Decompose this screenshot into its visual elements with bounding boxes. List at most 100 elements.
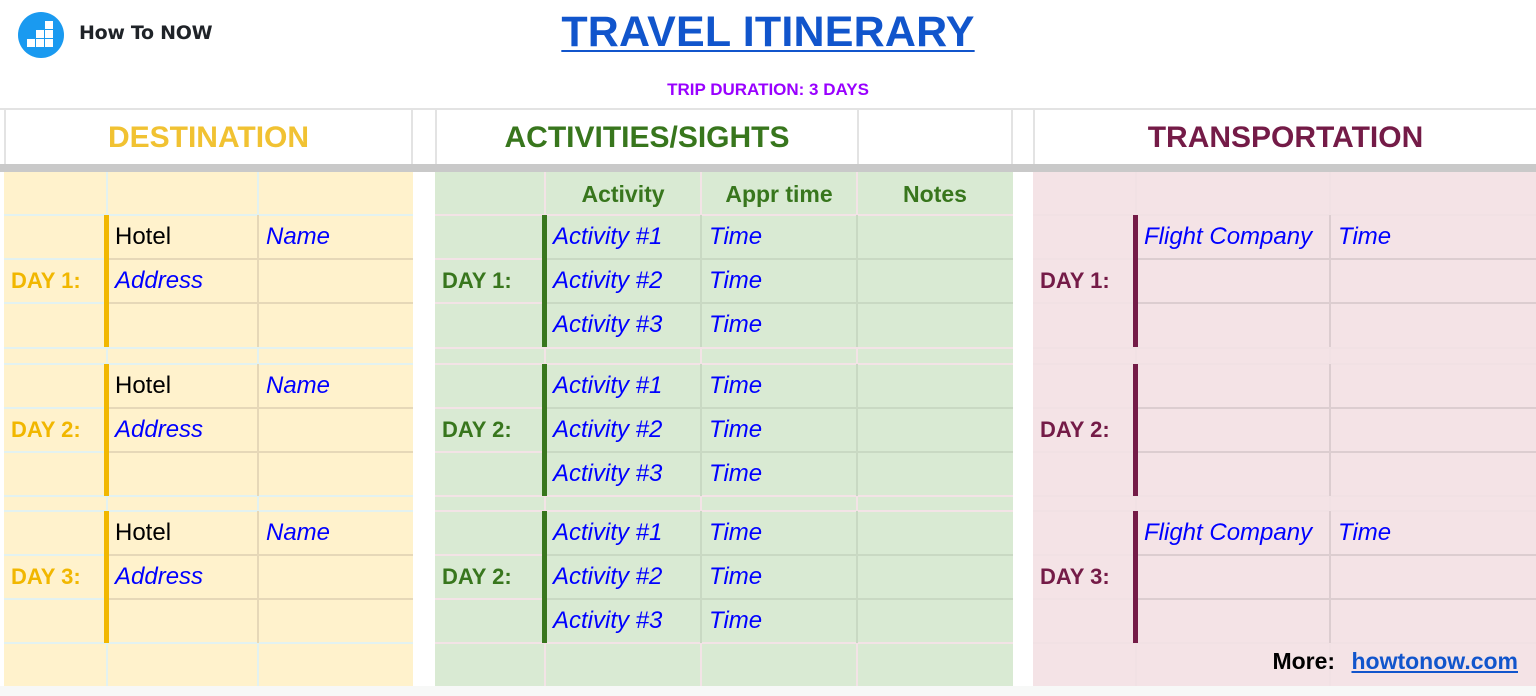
activities-section: DAY 1: Activity #1 Time Activity #2 Time Acti…: [435, 172, 1013, 686]
empty-cell[interactable]: [1338, 452, 1536, 496]
column-header-notes: Notes: [903, 181, 967, 207]
empty-cell[interactable]: [865, 452, 1013, 496]
time-cell[interactable]: Time: [1338, 511, 1536, 555]
footer: More: howtonow.com: [1272, 648, 1518, 675]
time-cell[interactable]: Time: [709, 555, 857, 599]
empty-cell[interactable]: [1144, 555, 1330, 599]
empty-cell[interactable]: [1144, 259, 1330, 303]
row-divider: [4, 347, 413, 349]
header-gray-bar: [0, 164, 1536, 172]
empty-cell[interactable]: [1338, 555, 1536, 599]
day-accent-bar: [542, 215, 547, 347]
empty-cell[interactable]: [266, 408, 413, 452]
day-accent-bar: [104, 215, 109, 347]
name-cell[interactable]: Name: [266, 511, 413, 555]
day-accent-bar: [104, 511, 109, 643]
column-header-activity: Activity: [581, 181, 665, 207]
row-divider: [1033, 347, 1536, 349]
empty-cell[interactable]: [1144, 364, 1330, 408]
day-label: DAY 3:: [11, 564, 81, 589]
day-label: DAY 1:: [442, 268, 512, 293]
day-accent-bar: [1133, 511, 1138, 643]
day-label: DAY 2:: [442, 564, 512, 589]
transportation-section: DAY 1: Flight Company Time DAY 2: DAY 3: Flig…: [1033, 172, 1536, 686]
trip-duration: TRIP DURATION: 3 DAYS: [667, 80, 869, 99]
day-label: DAY 2:: [442, 417, 512, 442]
time-cell[interactable]: Time: [709, 452, 857, 496]
empty-cell[interactable]: [266, 452, 413, 496]
destination-header: DESTINATION: [4, 110, 413, 165]
empty-cell[interactable]: [115, 452, 258, 496]
day-accent-bar: [1133, 364, 1138, 496]
time-cell[interactable]: Time: [709, 259, 857, 303]
transportation-header: TRANSPORTATION: [1033, 110, 1536, 165]
destination-section: DAY 1: Hotel Name Address DAY 2: Hotel Name Add…: [4, 172, 413, 686]
activity-1-cell[interactable]: Activity #1: [553, 215, 701, 259]
empty-cell[interactable]: [865, 259, 1013, 303]
empty-cell[interactable]: [266, 303, 413, 347]
empty-cell[interactable]: [1144, 408, 1330, 452]
hotel-cell[interactable]: Hotel: [115, 364, 258, 408]
time-cell[interactable]: Time: [709, 408, 857, 452]
address-cell[interactable]: Address: [115, 555, 258, 599]
empty-cell[interactable]: [1144, 303, 1330, 347]
day-label: DAY 3:: [1040, 564, 1110, 589]
column-header-appr-time: Appr time: [725, 181, 833, 207]
flight-company-cell[interactable]: Flight Company: [1144, 215, 1330, 259]
activity-1-cell[interactable]: Activity #1: [553, 364, 701, 408]
empty-cell[interactable]: [865, 599, 1013, 643]
time-cell[interactable]: Time: [709, 511, 857, 555]
empty-cell[interactable]: [865, 215, 1013, 259]
header-empty-cell: [857, 110, 1013, 165]
hotel-cell[interactable]: Hotel: [115, 511, 258, 555]
empty-cell[interactable]: [1338, 259, 1536, 303]
hotel-cell[interactable]: Hotel: [115, 215, 258, 259]
empty-cell[interactable]: [1338, 364, 1536, 408]
activities-header: ACTIVITIES/SIGHTS: [435, 110, 857, 165]
day-label: DAY 2:: [1040, 417, 1110, 442]
flight-company-cell[interactable]: Flight Company: [1144, 511, 1330, 555]
empty-cell[interactable]: [865, 511, 1013, 555]
activity-3-cell[interactable]: Activity #3: [553, 303, 701, 347]
empty-cell[interactable]: [865, 364, 1013, 408]
empty-cell[interactable]: [266, 599, 413, 643]
empty-cell[interactable]: [1338, 303, 1536, 347]
name-cell[interactable]: Name: [266, 364, 413, 408]
time-cell[interactable]: Time: [709, 364, 857, 408]
day-accent-bar: [542, 511, 547, 643]
activity-2-cell[interactable]: Activity #2: [553, 555, 701, 599]
page-title: TRAVEL ITINERARY: [561, 8, 975, 56]
empty-cell[interactable]: [865, 408, 1013, 452]
day-label: DAY 1:: [1040, 268, 1110, 293]
address-cell[interactable]: Address: [115, 408, 258, 452]
footer-label: More:: [1272, 648, 1336, 674]
time-cell[interactable]: Time: [709, 215, 857, 259]
activity-3-cell[interactable]: Activity #3: [553, 599, 701, 643]
day-label: DAY 1:: [11, 268, 81, 293]
day-label: DAY 2:: [11, 417, 81, 442]
time-cell[interactable]: Time: [709, 599, 857, 643]
empty-cell[interactable]: [1144, 452, 1330, 496]
activity-1-cell[interactable]: Activity #1: [553, 511, 701, 555]
activity-2-cell[interactable]: Activity #2: [553, 408, 701, 452]
row-divider: [435, 347, 1013, 349]
empty-cell[interactable]: [115, 599, 258, 643]
empty-cell[interactable]: [115, 303, 258, 347]
empty-cell[interactable]: [1144, 599, 1330, 643]
time-cell[interactable]: Time: [1338, 215, 1536, 259]
address-cell[interactable]: Address: [115, 259, 258, 303]
empty-cell[interactable]: [865, 303, 1013, 347]
time-cell[interactable]: Time: [709, 303, 857, 347]
name-cell[interactable]: Name: [266, 215, 413, 259]
day-accent-bar: [104, 364, 109, 496]
empty-cell[interactable]: [1338, 408, 1536, 452]
footer-link[interactable]: howtonow.com: [1351, 648, 1518, 674]
empty-cell[interactable]: [266, 259, 413, 303]
page-title-wrap: TRAVEL ITINERARY: [0, 8, 1536, 57]
activity-2-cell[interactable]: Activity #2: [553, 259, 701, 303]
empty-cell[interactable]: [865, 555, 1013, 599]
activity-3-cell[interactable]: Activity #3: [553, 452, 701, 496]
bottom-strip: [0, 686, 1536, 696]
empty-cell[interactable]: [1338, 599, 1536, 643]
empty-cell[interactable]: [266, 555, 413, 599]
